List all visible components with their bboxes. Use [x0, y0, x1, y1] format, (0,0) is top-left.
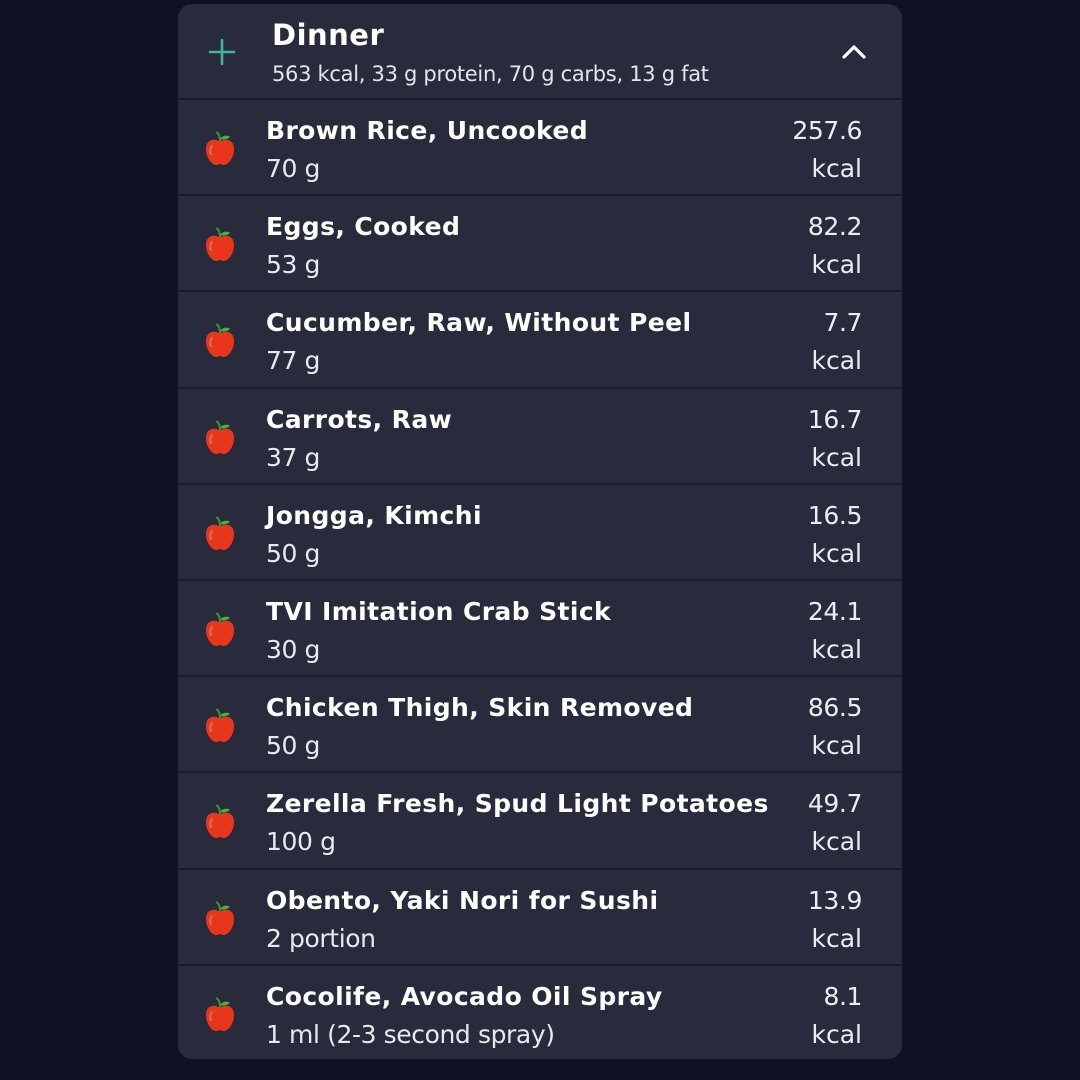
food-amount: 100 g [266, 827, 336, 857]
food-amount: 50 g [266, 731, 321, 761]
food-kcal-unit: kcal [811, 923, 863, 953]
food-kcal-value: 86.5 [807, 693, 862, 723]
food-name: Cocolife, Avocado Oil Spray [266, 981, 663, 1011]
apple-icon [206, 804, 234, 839]
food-kcal-unit: kcal [811, 442, 863, 472]
apple-icon [206, 419, 234, 454]
food-name: Jongga, Kimchi [266, 500, 482, 530]
apple-icon [206, 227, 234, 262]
food-kcal-value: 82.2 [807, 212, 862, 242]
food-kcal-value: 13.9 [807, 885, 862, 915]
food-kcal-value: 7.7 [823, 308, 862, 338]
meal-title: Dinner [272, 18, 385, 52]
chevron-up-icon [842, 45, 866, 59]
food-kcal-value: 16.7 [807, 404, 862, 434]
food-amount: 77 g [266, 346, 321, 376]
food-kcal-value: 16.5 [807, 500, 862, 530]
food-amount: 1 ml (2-3 second spray) [266, 1019, 555, 1049]
food-amount: 30 g [266, 634, 321, 664]
food-kcal-unit: kcal [811, 538, 863, 568]
food-kcal-unit: kcal [811, 827, 863, 857]
food-amount: 2 portion [266, 923, 376, 953]
food-amount: 53 g [266, 250, 321, 280]
food-amount: 70 g [266, 154, 321, 183]
food-row[interactable]: Eggs, Cooked 53 g 82.2 kcal [178, 196, 902, 293]
apple-icon [206, 612, 234, 646]
apple-icon [206, 708, 234, 743]
meal-card: Dinner 563 kcal, 33 g protein, 70 g carb… [178, 4, 902, 1059]
food-amount: 50 g [266, 538, 321, 568]
food-row[interactable]: Cucumber, Raw, Without Peel 77 g 7.7 kca… [178, 292, 902, 389]
apple-icon [206, 900, 234, 935]
apple-icon [206, 997, 234, 1031]
food-row[interactable]: Carrots, Raw 37 g 16.7 kcal [178, 389, 902, 485]
food-name: TVI Imitation Crab Stick [266, 596, 612, 626]
food-name: Cucumber, Raw, Without Peel [266, 308, 692, 338]
plus-icon [208, 38, 236, 66]
food-kcal-value: 49.7 [807, 789, 862, 819]
food-kcal-unit: kcal [811, 346, 863, 376]
food-row[interactable]: Zerella Fresh, Spud Light Potatoes 100 g… [178, 773, 902, 870]
food-kcal-value: 8.1 [823, 981, 862, 1011]
apple-icon [206, 323, 234, 358]
food-kcal-unit: kcal [811, 250, 863, 280]
food-kcal-value: 24.1 [807, 596, 862, 626]
food-kcal-unit: kcal [811, 731, 863, 761]
food-name: Obento, Yaki Nori for Sushi [266, 885, 659, 915]
food-row[interactable]: Obento, Yaki Nori for Sushi 2 portion 13… [178, 870, 902, 966]
food-kcal-value: 257.6 [792, 116, 862, 145]
food-list: Brown Rice, Uncooked 70 g 257.6 kcal Egg… [178, 100, 902, 1059]
collapse-button[interactable] [836, 34, 872, 70]
apple-icon [206, 131, 234, 165]
food-name: Eggs, Cooked [266, 212, 461, 242]
food-name: Carrots, Raw [266, 404, 453, 434]
food-name: Chicken Thigh, Skin Removed [266, 693, 694, 723]
food-kcal-unit: kcal [811, 154, 863, 183]
food-amount: 37 g [266, 442, 321, 472]
add-food-button[interactable] [202, 32, 242, 72]
apple-icon [206, 516, 234, 550]
food-row[interactable]: Jongga, Kimchi 50 g 16.5 kcal [178, 485, 902, 581]
food-row[interactable]: Brown Rice, Uncooked 70 g 257.6 kcal [178, 100, 902, 197]
food-kcal-unit: kcal [811, 1019, 863, 1049]
meal-header[interactable]: Dinner 563 kcal, 33 g protein, 70 g carb… [178, 4, 902, 100]
food-name: Zerella Fresh, Spud Light Potatoes [266, 789, 769, 819]
food-name: Brown Rice, Uncooked [266, 116, 589, 145]
meal-summary: 563 kcal, 33 g protein, 70 g carbs, 13 g… [272, 62, 709, 86]
food-row[interactable]: Cocolife, Avocado Oil Spray 1 ml (2-3 se… [178, 966, 902, 1059]
food-row[interactable]: TVI Imitation Crab Stick 30 g 24.1 kcal [178, 581, 902, 678]
food-row[interactable]: Chicken Thigh, Skin Removed 50 g 86.5 kc… [178, 677, 902, 774]
food-kcal-unit: kcal [811, 634, 863, 664]
